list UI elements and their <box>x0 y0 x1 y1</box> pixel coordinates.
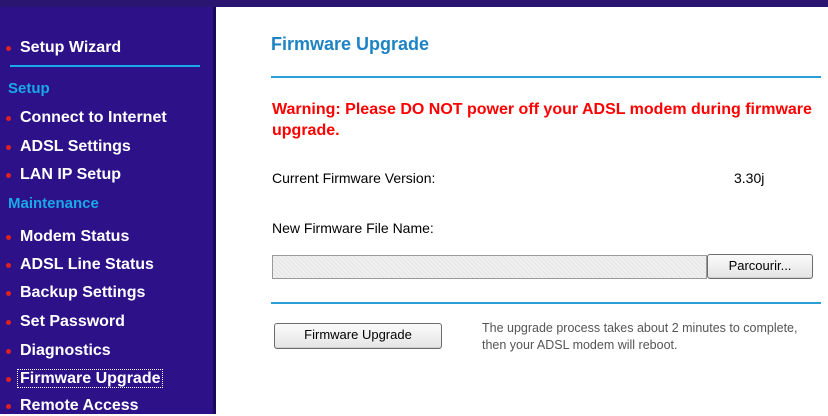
sidebar-item-setup-wizard[interactable]: Setup Wizard <box>6 38 122 58</box>
sidebar-item-connect-to-internet[interactable]: Connect to Internet <box>6 108 167 128</box>
bullet-icon <box>6 377 11 382</box>
sidebar-divider <box>10 65 200 67</box>
sidebar-item-label: Modem Status <box>20 228 130 245</box>
sidebar-item-label: LAN IP Setup <box>20 166 122 183</box>
bullet-icon <box>6 116 11 121</box>
current-version-label: Current Firmware Version: <box>272 170 436 186</box>
sidebar-item-label: Remote Access <box>20 397 139 414</box>
title-divider <box>271 76 821 78</box>
browse-button[interactable]: Parcourir... <box>707 254 813 279</box>
current-version-value: 3.30j <box>734 170 765 186</box>
sidebar-item-firmware-upgrade[interactable]: Firmware Upgrade <box>6 369 164 389</box>
main-content: Firmware Upgrade Warning: Please DO NOT … <box>216 7 828 414</box>
sidebar-item-backup-settings[interactable]: Backup Settings <box>6 283 146 303</box>
sidebar-item-lan-ip-setup[interactable]: LAN IP Setup <box>6 165 122 185</box>
firmware-file-input[interactable] <box>272 255 707 279</box>
sidebar-item-remote-access[interactable]: Remote Access <box>6 396 139 416</box>
page-title: Firmware Upgrade <box>271 34 430 54</box>
sidebar-item-modem-status[interactable]: Modem Status <box>6 227 130 247</box>
sidebar-item-label: Setup Wizard <box>20 39 122 56</box>
new-file-label: New Firmware File Name: <box>272 220 434 236</box>
sidebar-item-label: Backup Settings <box>20 284 146 301</box>
bullet-icon <box>6 320 11 325</box>
sidebar-item-label: ADSL Settings <box>20 138 131 155</box>
section-heading-maintenance: Maintenance <box>8 195 99 212</box>
bullet-icon <box>6 263 11 268</box>
sidebar-item-diagnostics[interactable]: Diagnostics <box>6 341 111 361</box>
sidebar-item-label: Firmware Upgrade <box>16 369 164 388</box>
sidebar-item-label: Connect to Internet <box>20 109 167 126</box>
bullet-icon <box>6 235 11 240</box>
bullet-icon <box>6 46 11 51</box>
top-border <box>0 0 828 7</box>
section-heading-setup: Setup <box>8 80 50 97</box>
bullet-icon <box>6 173 11 178</box>
upgrade-note: The upgrade process takes about 2 minute… <box>482 321 798 352</box>
sidebar-item-adsl-line-status[interactable]: ADSL Line Status <box>6 255 154 275</box>
bullet-icon <box>6 291 11 296</box>
sidebar-item-label: ADSL Line Status <box>20 256 154 273</box>
sidebar-item-set-password[interactable]: Set Password <box>6 312 125 332</box>
bullet-icon <box>6 145 11 150</box>
sidebar-item-label: Set Password <box>20 313 125 330</box>
sidebar-item-adsl-settings[interactable]: ADSL Settings <box>6 137 131 157</box>
bullet-icon <box>6 349 11 354</box>
bullet-icon <box>6 404 11 409</box>
form-divider <box>271 302 821 304</box>
sidebar-nav: Setup Wizard Setup Connect to Internet A… <box>0 7 216 414</box>
warning-message: Warning: Please DO NOT power off your AD… <box>272 101 812 139</box>
firmware-upgrade-button[interactable]: Firmware Upgrade <box>274 323 442 349</box>
sidebar-item-label: Diagnostics <box>20 342 111 359</box>
